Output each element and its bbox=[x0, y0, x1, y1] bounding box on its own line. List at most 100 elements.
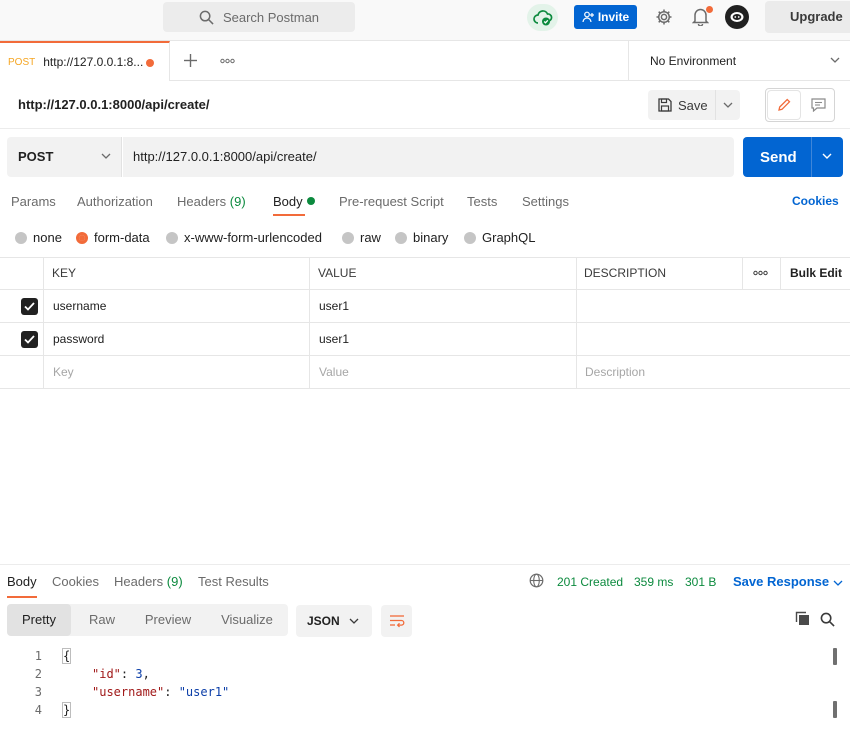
response-size[interactable]: 301 B bbox=[685, 575, 716, 589]
divider bbox=[576, 257, 577, 289]
notification-badge bbox=[706, 6, 713, 13]
save-response-label: Save Response bbox=[733, 574, 830, 589]
body-type-none[interactable]: none bbox=[15, 230, 62, 245]
send-label: Send bbox=[760, 149, 797, 166]
format-select[interactable]: JSON bbox=[296, 605, 372, 637]
divider bbox=[43, 356, 44, 388]
divider bbox=[780, 257, 781, 289]
key-input-placeholder[interactable]: Key bbox=[53, 356, 74, 388]
save-label: Save bbox=[678, 97, 708, 113]
gear-icon bbox=[656, 9, 672, 25]
body-type-raw[interactable]: raw bbox=[342, 230, 381, 245]
line-number: 1 bbox=[34, 649, 42, 663]
divider bbox=[742, 257, 743, 289]
close-brace: } bbox=[61, 702, 72, 718]
scrollbar-marker[interactable] bbox=[833, 701, 837, 718]
search-bar[interactable]: Search Postman bbox=[163, 2, 355, 32]
comments-button[interactable] bbox=[802, 91, 834, 119]
save-response-button[interactable]: Save Response bbox=[733, 574, 843, 589]
url-input[interactable]: http://127.0.0.1:8000/api/create/ bbox=[123, 137, 734, 177]
tab-authorization[interactable]: Authorization bbox=[77, 194, 153, 209]
radio-label: GraphQL bbox=[482, 230, 536, 245]
open-brace: { bbox=[61, 648, 72, 664]
response-tab-test-results[interactable]: Test Results bbox=[198, 574, 269, 589]
divider bbox=[309, 290, 310, 322]
sync-status-button[interactable] bbox=[527, 4, 558, 31]
divider bbox=[43, 323, 44, 355]
column-header-key: KEY bbox=[52, 266, 77, 280]
status-code[interactable]: 201 Created bbox=[557, 575, 623, 589]
row-checkbox[interactable] bbox=[21, 298, 38, 315]
code-line: "username": "user1" bbox=[92, 685, 230, 699]
chevron-down-icon bbox=[833, 580, 843, 586]
radio-label: binary bbox=[413, 230, 449, 245]
invite-button[interactable]: Invite bbox=[574, 5, 637, 29]
environment-label: No Environment bbox=[650, 54, 737, 68]
key-cell[interactable]: password bbox=[53, 323, 104, 355]
response-tab-headers[interactable]: Headers (9) bbox=[114, 574, 183, 589]
tab-body[interactable]: Body bbox=[273, 194, 303, 209]
copy-button[interactable] bbox=[795, 611, 810, 626]
chevron-down-icon[interactable] bbox=[822, 153, 832, 159]
environment-selector[interactable]: No Environment bbox=[628, 41, 850, 81]
search-response-button[interactable] bbox=[820, 612, 835, 627]
body-type-form-data[interactable]: form-data bbox=[76, 230, 150, 245]
value-input-placeholder[interactable]: Value bbox=[319, 356, 349, 388]
upgrade-button[interactable]: Upgrade bbox=[765, 1, 850, 33]
settings-button[interactable] bbox=[655, 8, 673, 26]
tab-settings[interactable]: Settings bbox=[522, 194, 569, 209]
value-cell[interactable]: user1 bbox=[319, 290, 349, 322]
tab-options-button[interactable] bbox=[220, 58, 235, 64]
tab-request-active[interactable]: POST http://127.0.0.1:8... bbox=[0, 41, 170, 81]
key-cell[interactable]: username bbox=[53, 290, 106, 322]
cookies-link[interactable]: Cookies bbox=[792, 194, 839, 208]
edit-button[interactable] bbox=[768, 91, 800, 119]
invite-label: Invite bbox=[597, 10, 630, 24]
divider bbox=[715, 90, 716, 120]
body-type-graphql[interactable]: GraphQL bbox=[464, 230, 535, 245]
format-label: JSON bbox=[307, 614, 340, 628]
save-button[interactable]: Save bbox=[648, 90, 740, 120]
column-options-button[interactable] bbox=[753, 257, 768, 289]
tab-pre-request-script[interactable]: Pre-request Script bbox=[339, 194, 444, 209]
avatar[interactable] bbox=[725, 5, 749, 29]
radio-label: raw bbox=[360, 230, 381, 245]
table-row-new: Key Value Description bbox=[0, 356, 850, 389]
body-type-binary[interactable]: binary bbox=[395, 230, 448, 245]
response-tab-cookies[interactable]: Cookies bbox=[52, 574, 99, 589]
tab-params[interactable]: Params bbox=[11, 194, 56, 209]
add-user-icon bbox=[582, 11, 594, 23]
body-type-urlencoded[interactable]: x-www-form-urlencoded bbox=[166, 230, 322, 245]
view-preview-button[interactable]: Preview bbox=[135, 604, 201, 636]
bulk-edit-button[interactable]: Bulk Edit bbox=[790, 257, 842, 289]
wrap-lines-button[interactable] bbox=[381, 605, 412, 637]
response-tab-body[interactable]: Body bbox=[7, 574, 37, 589]
method-select[interactable]: POST bbox=[7, 137, 122, 177]
comment-icon bbox=[810, 98, 826, 112]
network-info-button[interactable] bbox=[529, 573, 544, 588]
radio-label: x-www-form-urlencoded bbox=[184, 230, 322, 245]
view-pretty-button[interactable]: Pretty bbox=[7, 604, 71, 636]
copy-icon bbox=[795, 611, 809, 625]
row-checkbox[interactable] bbox=[21, 331, 38, 348]
tab-headers[interactable]: Headers (9) bbox=[177, 194, 246, 209]
code-line: { bbox=[61, 648, 72, 664]
request-title[interactable]: http://127.0.0.1:8000/api/create/ bbox=[18, 97, 209, 112]
radio-label: none bbox=[33, 230, 62, 245]
description-input-placeholder[interactable]: Description bbox=[585, 356, 645, 388]
new-tab-button[interactable] bbox=[183, 53, 198, 68]
search-placeholder: Search Postman bbox=[222, 9, 320, 25]
view-raw-button[interactable]: Raw bbox=[77, 604, 127, 636]
response-time[interactable]: 359 ms bbox=[634, 575, 673, 589]
chevron-down-icon[interactable] bbox=[723, 102, 733, 108]
tab-tests[interactable]: Tests bbox=[467, 194, 497, 209]
send-button[interactable]: Send bbox=[743, 137, 843, 177]
active-tab-underline bbox=[273, 214, 305, 216]
scrollbar-marker[interactable] bbox=[833, 648, 837, 665]
tab-url: http://127.0.0.1:8... bbox=[43, 55, 144, 69]
divider bbox=[576, 290, 577, 322]
value-cell[interactable]: user1 bbox=[319, 323, 349, 355]
radio-icon bbox=[342, 231, 354, 244]
view-visualize-button[interactable]: Visualize bbox=[211, 604, 283, 636]
method-label: POST bbox=[18, 149, 54, 164]
